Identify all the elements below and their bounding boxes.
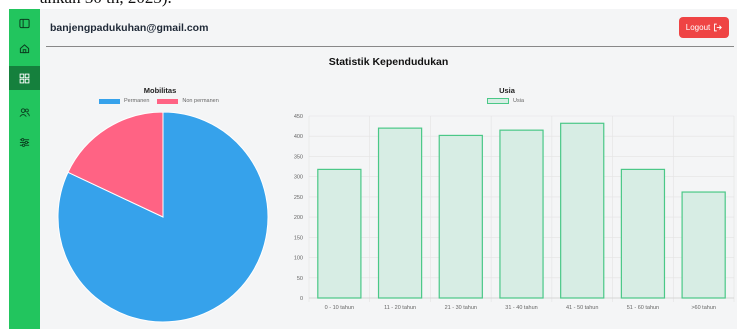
usia-bar[interactable] [620, 168, 666, 299]
usia-bar[interactable] [438, 134, 483, 299]
logout-icon [714, 23, 723, 32]
y-tick-label: 300 [294, 175, 303, 181]
usia-bar[interactable] [377, 127, 423, 299]
y-tick-label: 350 [294, 154, 303, 160]
sidebar-toggle[interactable] [9, 11, 40, 35]
x-tick-label: 41 - 50 tahun [566, 305, 598, 311]
sidebar-item-users[interactable] [9, 100, 40, 124]
legend-label-usia[interactable]: Usia [513, 98, 524, 104]
top-bar: banjengpadukuhan@gmail.com Logout [40, 9, 737, 47]
sidebar-toggle-icon [19, 18, 30, 28]
y-tick-label: 100 [294, 256, 303, 262]
x-tick-label: 21 - 30 tahun [445, 305, 477, 311]
mobilitas-pie-chart [57, 112, 269, 323]
sidebar-item-home[interactable] [9, 36, 40, 60]
pie-chart-title: Mobilitas [143, 86, 177, 95]
x-tick-label: 51 - 60 tahun [627, 305, 659, 311]
page-top-fragment: ahkan 30 th, 2023). [0, 0, 737, 9]
user-email: banjengpadukuhan@gmail.com [50, 22, 209, 34]
sidebar-item-settings-list[interactable] [9, 130, 40, 154]
page-top-text: ahkan 30 th, 2023). [40, 0, 172, 8]
legend-label-permanen[interactable]: Permanen [124, 98, 149, 104]
sidebar-item-dashboard[interactable] [9, 66, 40, 90]
bar-legend: Usia [487, 98, 524, 104]
y-tick-label: 50 [297, 276, 303, 282]
bar-chart-title: Usia [499, 86, 515, 95]
x-tick-label: 11 - 20 tahun [384, 305, 416, 311]
legend-swatch-permanen [99, 98, 120, 104]
users-icon [19, 107, 30, 117]
usia-bar[interactable] [499, 129, 544, 299]
header-divider [46, 46, 734, 47]
y-tick-label: 250 [294, 195, 303, 201]
legend-label-non-permanen[interactable]: Non permanen [182, 98, 218, 104]
y-tick-label: 200 [294, 215, 303, 221]
logout-button[interactable]: Logout [679, 17, 729, 38]
y-tick-label: 150 [294, 235, 303, 241]
y-tick-label: 0 [300, 296, 303, 302]
list-settings-icon [19, 137, 30, 147]
x-tick-label: 0 - 10 tahun [325, 305, 354, 311]
legend-swatch-non-permanen [157, 98, 179, 104]
usia-bar[interactable] [681, 191, 726, 299]
home-icon [19, 43, 30, 53]
x-tick-label: >60 tahun [691, 305, 716, 311]
legend-swatch-usia [487, 98, 509, 104]
main-content: banjengpadukuhan@gmail.com Logout Statis… [40, 9, 737, 329]
usia-bar[interactable] [317, 168, 362, 299]
page-title: Statistik Kependudukan [328, 56, 449, 68]
y-tick-label: 450 [294, 114, 303, 120]
y-tick-label: 400 [294, 134, 303, 140]
usia-bar[interactable] [560, 122, 605, 299]
pie-legend: Permanen Non permanen [99, 98, 219, 104]
sidebar [9, 9, 40, 329]
logout-label: Logout [685, 23, 711, 32]
x-tick-label: 31 - 40 tahun [505, 305, 537, 311]
dashboard-grid-icon [19, 73, 30, 83]
usia-bar-chart: 0 50 100 150 200 250 300 350 400 450 0 - 10 tahun 1… [294, 114, 735, 311]
